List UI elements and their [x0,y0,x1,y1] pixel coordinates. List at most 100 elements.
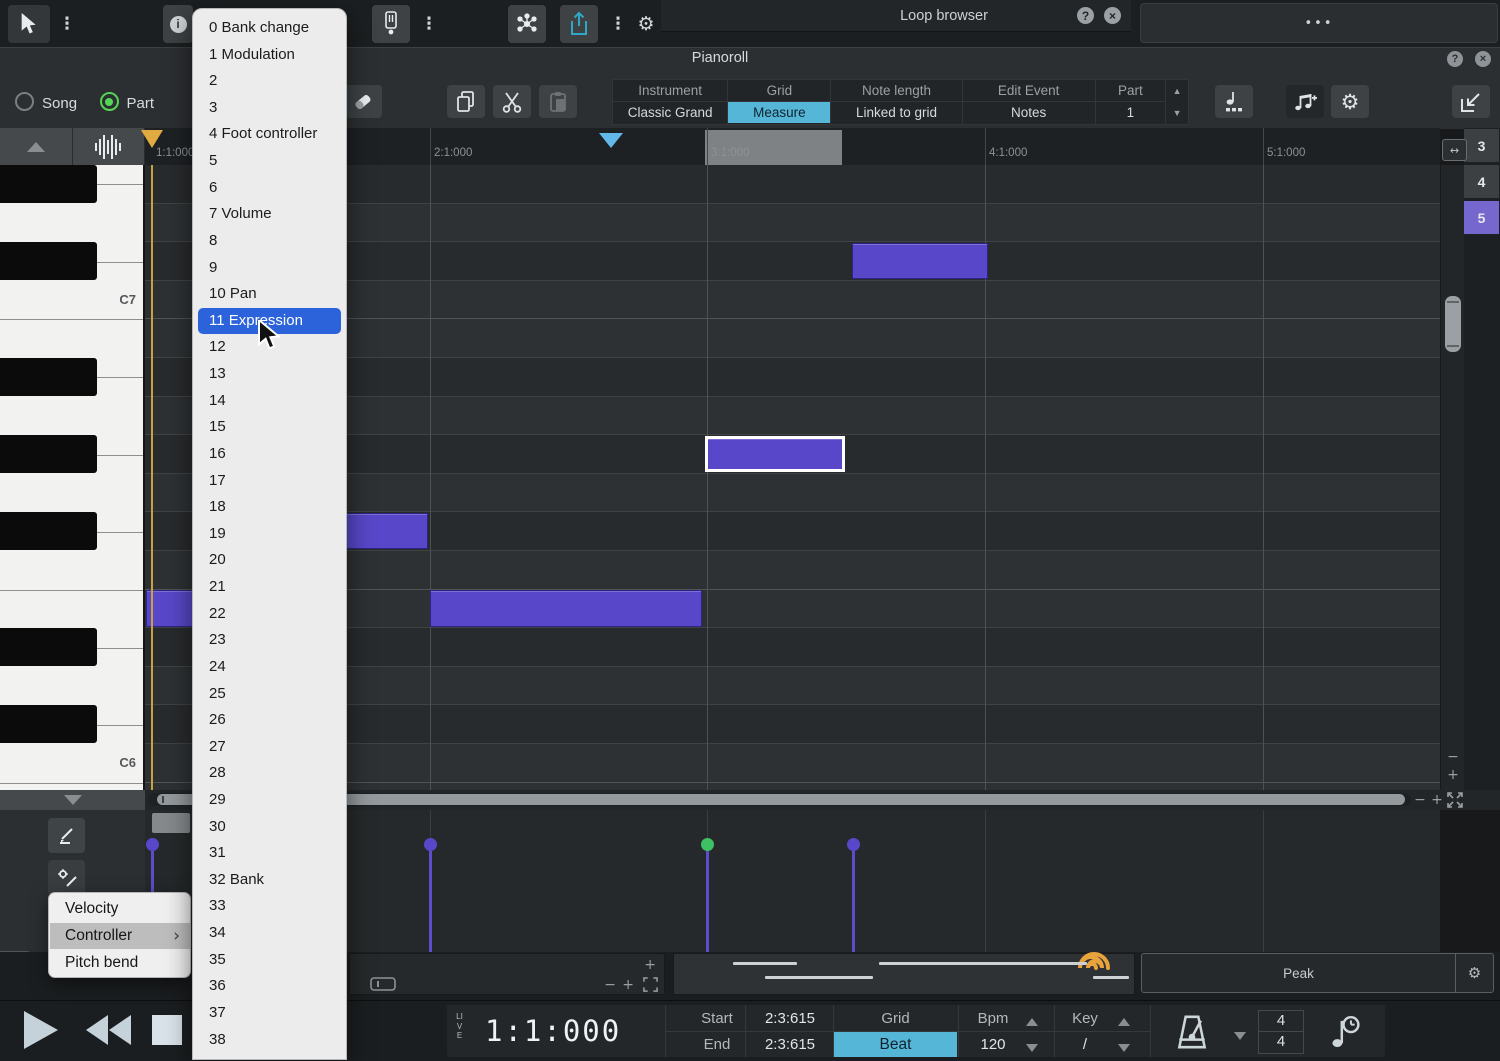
menu-item-cc-20[interactable]: 20 [193,547,346,574]
menu-item-cc-2[interactable]: 2 [193,68,346,95]
vertical-scrollbar[interactable]: − + [1440,165,1465,790]
start-value[interactable]: 2:3:615 [757,1010,823,1027]
midi-note[interactable] [852,243,988,280]
menu-item-cc-1[interactable]: 1 Modulation [193,42,346,69]
play-button[interactable] [24,1011,58,1049]
playhead-marker[interactable] [141,130,163,148]
menu-item-cc-38[interactable]: 38 [193,1027,346,1054]
menu-item-cc-31[interactable]: 31 [193,840,346,867]
time-display[interactable]: 1:1:000 [485,1014,621,1048]
zoom-in-horizontal-button[interactable]: + [1430,793,1444,807]
part-end-marker[interactable] [599,133,623,148]
menu-item-cc-26[interactable]: 26 [193,707,346,734]
song-radio[interactable] [15,92,34,111]
menu-item-cc-28[interactable]: 28 [193,760,346,787]
submenu-item-controller[interactable]: Controller› [50,923,190,949]
track-tab-3[interactable]: 3 [1464,129,1499,162]
key-value[interactable]: / [1055,1036,1115,1053]
menu-item-cc-36[interactable]: 36 [193,973,346,1000]
settings-value[interactable]: Classic Grand [613,102,727,123]
black-key[interactable] [0,165,97,203]
grid-mode-beat-cell[interactable]: Beat [834,1032,957,1057]
arrow-tool-button[interactable] [8,5,50,43]
key-up-button[interactable] [1118,1013,1130,1031]
menu-item-cc-10[interactable]: 10 Pan [193,281,346,308]
settings-value[interactable]: Notes [963,102,1095,123]
settings-value[interactable]: 1 [1096,102,1166,123]
part-overview-panel[interactable] [673,953,1135,995]
controller-point[interactable] [424,838,437,851]
bpm-increase-button[interactable] [1026,1013,1038,1031]
pianoroll-help-button[interactable]: ? [1447,51,1463,67]
bpm-value[interactable]: 120 [963,1036,1023,1053]
loop-browser-help-button[interactable]: ? [1077,7,1094,24]
menu-item-cc-24[interactable]: 24 [193,654,346,681]
menu-item-cc-13[interactable]: 13 [193,361,346,388]
tempo-note-clock-icon[interactable] [1325,1013,1367,1051]
midi-note[interactable] [146,590,195,627]
menu-item-cc-19[interactable]: 19 [193,521,346,548]
controller-stem[interactable] [429,850,432,952]
pianoroll-close-button[interactable]: × [1475,51,1491,67]
zoom-overview-panel[interactable]: + − + [349,953,665,995]
zoom-out-horizontal-button[interactable]: − [1413,793,1427,807]
menu-item-cc-34[interactable]: 34 [193,920,346,947]
part-up-button[interactable]: ▲ [1166,80,1188,102]
menu-item-cc-22[interactable]: 22 [193,601,346,628]
add-note-button[interactable] [1286,85,1324,118]
key-down-button[interactable] [1118,1039,1130,1057]
export-button[interactable] [560,5,598,43]
peak-settings-button[interactable]: ⚙ [1455,954,1493,992]
midi-note[interactable] [705,436,845,473]
menu-item-cc-21[interactable]: 21 [193,574,346,601]
draw-tool-button[interactable] [48,818,85,853]
copy-button[interactable] [447,85,485,118]
timesig-dropdown-button[interactable] [1234,1027,1246,1045]
settings-button[interactable]: ⚙ [632,5,660,43]
instrument-rack-button[interactable] [372,5,410,43]
zoom-in-vertical-button[interactable]: + [1446,768,1460,782]
right-collapsed-panel[interactable]: ••• [1140,3,1498,43]
menu-item-cc-18[interactable]: 18 [193,494,346,521]
overview-zoom-in-button[interactable]: + [622,978,634,992]
menu-item-cc-0[interactable]: 0 Bank change [193,15,346,42]
overview-plus-button[interactable]: + [644,958,656,972]
import-to-track-button[interactable] [1452,85,1490,118]
menu-item-cc-25[interactable]: 25 [193,681,346,708]
keyboard-fold-strip[interactable] [0,790,145,810]
menu-item-cc-32[interactable]: 32 Bank [193,867,346,894]
black-key[interactable] [0,435,97,473]
menu-item-cc-27[interactable]: 27 [193,734,346,761]
settings-value[interactable]: Linked to grid [831,102,961,123]
menu-item-cc-17[interactable]: 17 [193,468,346,495]
range-widget-icon[interactable] [370,977,396,991]
loop-browser-close-button[interactable]: × [1104,7,1121,24]
tool-options-menu[interactable]: ⋮ [57,5,77,43]
menu-item-cc-35[interactable]: 35 [193,947,346,974]
lane-mini-scroll[interactable] [152,813,190,833]
metronome-icon[interactable] [1170,1013,1214,1051]
audition-waveform-button[interactable] [73,128,146,165]
menu-item-cc-33[interactable]: 33 [193,893,346,920]
rewind-button[interactable] [86,1015,131,1050]
track-tab-5[interactable]: 5 [1464,201,1499,234]
vertical-scroll-thumb[interactable] [1445,296,1461,352]
end-value[interactable]: 2:3:615 [757,1036,823,1053]
controller-stem[interactable] [852,850,855,952]
bpm-decrease-button[interactable] [1026,1039,1038,1057]
horizontal-scrollbar[interactable]: − + [145,790,1500,810]
menu-item-cc-5[interactable]: 5 [193,148,346,175]
menu-item-cc-3[interactable]: 3 [193,95,346,122]
menu-item-cc-30[interactable]: 30 [193,814,346,841]
scroll-up-button[interactable] [0,128,73,165]
submenu-item-velocity[interactable]: Velocity [50,896,190,922]
part-radio[interactable] [100,92,119,111]
menu-item-cc-15[interactable]: 15 [193,414,346,441]
black-key[interactable] [0,358,97,396]
track-tab-4[interactable]: 4 [1464,165,1499,198]
menu-item-cc-8[interactable]: 8 [193,228,346,255]
settings-value[interactable]: Measure [728,102,830,123]
menu-item-cc-4[interactable]: 4 Foot controller [193,121,346,148]
rack-options-menu[interactable]: ⋮ [419,5,439,43]
transform-tool-button[interactable] [48,860,85,895]
